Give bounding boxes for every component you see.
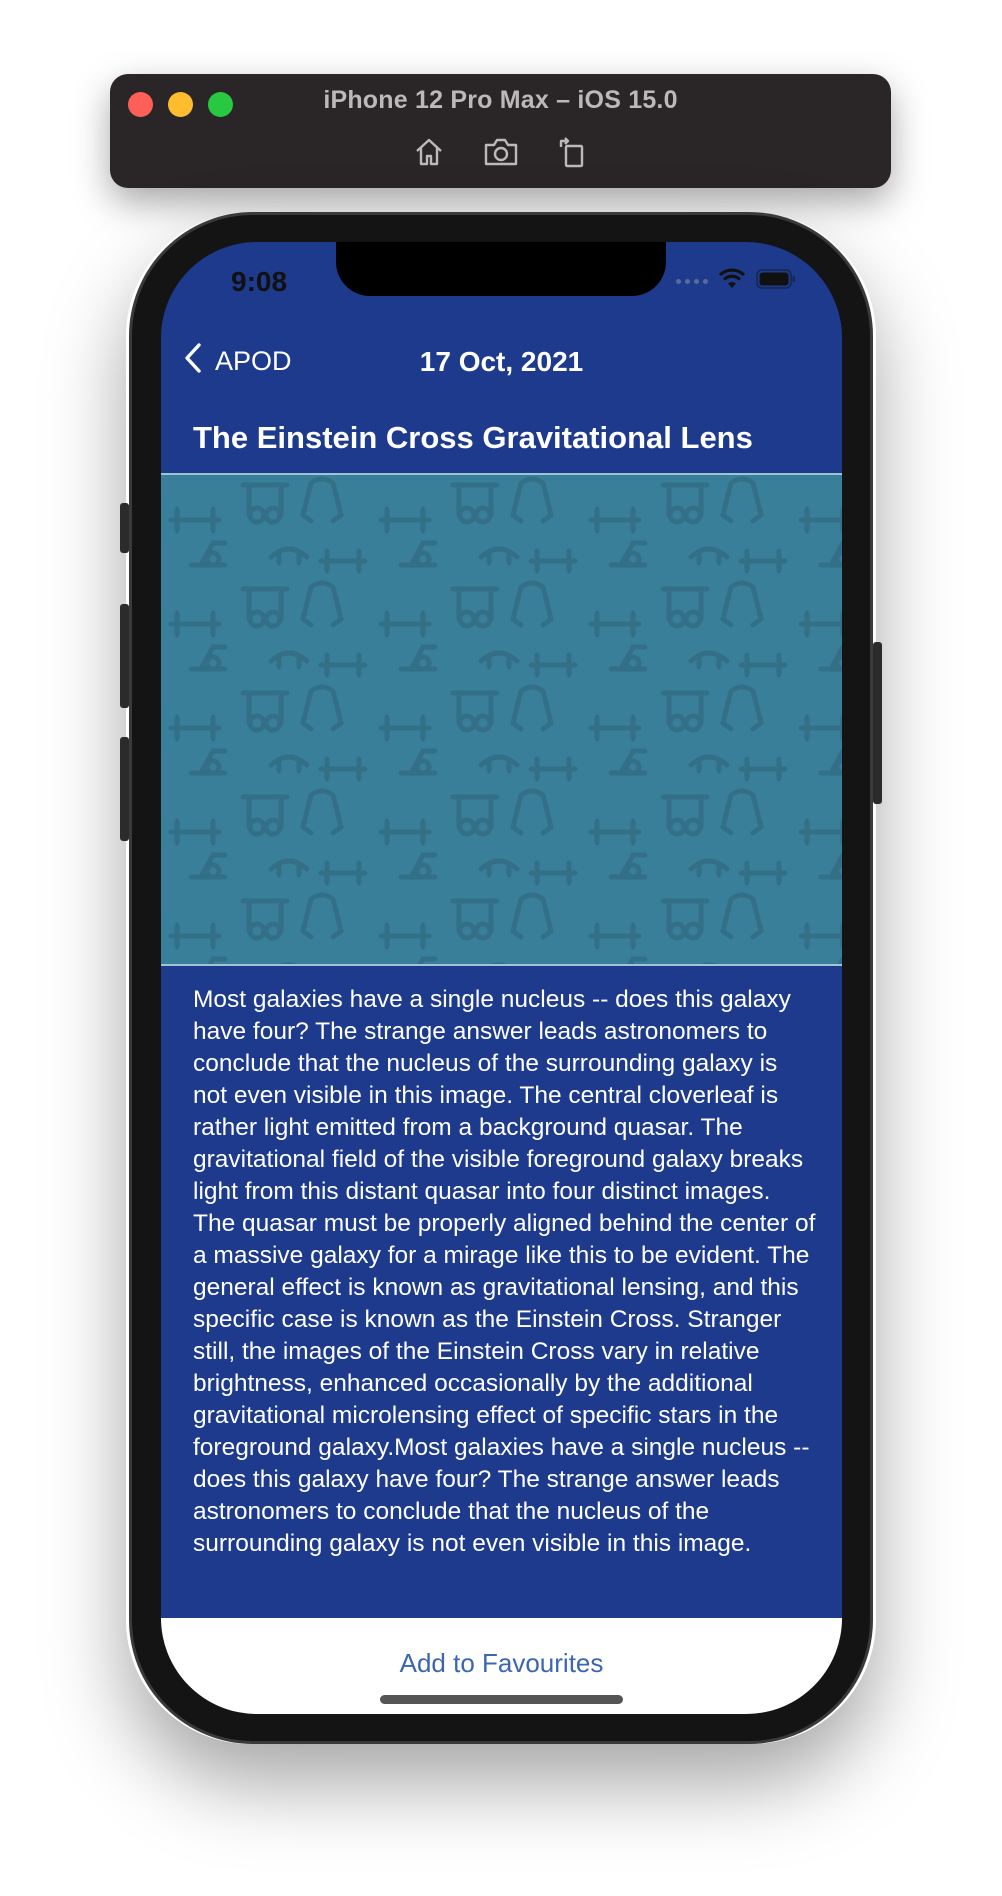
volume-down-button	[120, 737, 129, 841]
simulator-title-bar: iPhone 12 Pro Max – iOS 15.0	[110, 74, 891, 188]
wifi-icon	[718, 268, 746, 295]
apod-image-placeholder	[161, 473, 842, 966]
home-icon[interactable]	[410, 134, 448, 170]
post-explanation: Most galaxies have a single nucleus -- d…	[193, 986, 816, 1557]
bottom-toolbar: Add to Favourites	[161, 1618, 842, 1714]
volume-up-button	[120, 604, 129, 708]
battery-icon	[756, 269, 796, 294]
notch	[336, 242, 666, 296]
power-button	[873, 642, 882, 804]
screenshot-icon[interactable]	[482, 134, 520, 170]
simulator-toolbar	[110, 134, 891, 170]
home-indicator	[380, 1695, 623, 1704]
nav-title-date: 17 Oct, 2021	[419, 346, 584, 377]
status-indicators	[676, 268, 796, 295]
navigation-bar: APOD 17 Oct, 2021	[161, 332, 842, 392]
rotate-icon[interactable]	[554, 134, 592, 170]
signal-icon	[676, 279, 708, 284]
app-screen: 9:08 APOD 17 Oct, 2021 The Einstein Cros…	[161, 242, 842, 1714]
pattern-background	[161, 475, 842, 964]
post-title: The Einstein Cross Gravitational Lens	[193, 420, 753, 455]
simulator-title: iPhone 12 Pro Max – iOS 15.0	[323, 86, 678, 114]
mute-switch	[120, 503, 129, 553]
add-to-favourites-button[interactable]: Add to Favourites	[400, 1648, 604, 1679]
status-time: 9:08	[231, 266, 288, 297]
